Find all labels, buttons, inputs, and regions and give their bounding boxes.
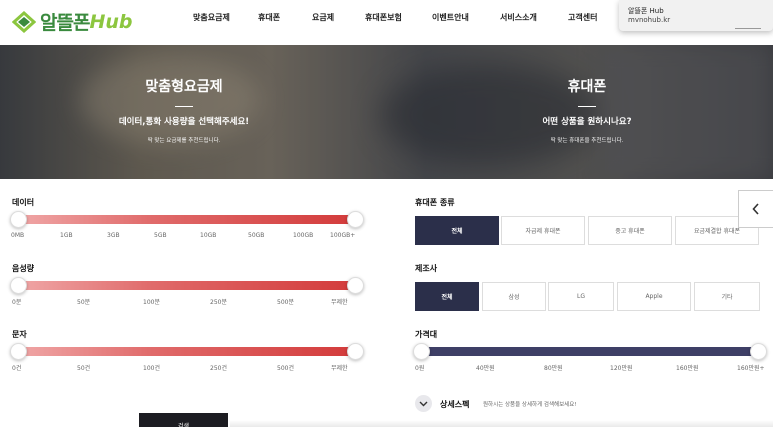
hero-plan-subtitle: 데이터,통화 사용량을 선택해주세요! xyxy=(118,117,250,127)
hero-plan-panel: 맞춤형요금제 데이터,통화 사용량을 선택해주세요! 딱 맞는 요금제를 추천드… xyxy=(84,76,284,144)
maker-option-apple[interactable]: Apple xyxy=(617,282,691,311)
phone-type-option-used[interactable]: 중고 휴대폰 xyxy=(588,216,672,245)
voice-tick: 0분 xyxy=(12,299,22,306)
voice-slider-max-handle[interactable] xyxy=(347,277,364,294)
phone-type-option-unlocked[interactable]: 자급제 휴대폰 xyxy=(501,216,585,245)
price-range-slider[interactable] xyxy=(418,347,762,356)
voice-tick: 무제한 xyxy=(331,299,348,306)
site-header: 알뜰폰 Hub 맞춤요금제 휴대폰 요금제 휴대폰보험 이벤트안내 서비스소개 … xyxy=(0,0,773,45)
sms-slider-max-handle[interactable] xyxy=(347,343,364,360)
data-tick: 100GB+ xyxy=(330,232,356,239)
price-tick: 160만원+ xyxy=(737,365,765,372)
sms-range-slider[interactable] xyxy=(15,347,359,356)
price-tick: 0원 xyxy=(415,365,425,372)
search-button[interactable]: 검색 xyxy=(139,413,228,427)
data-slider-max-handle[interactable] xyxy=(347,211,364,228)
maker-option-lg[interactable]: LG xyxy=(548,282,614,311)
price-tick: 40만원 xyxy=(476,365,495,372)
sms-tick: 0건 xyxy=(12,365,22,372)
nav-item-phone[interactable]: 휴대폰 xyxy=(258,12,280,23)
sms-tick: 무제한 xyxy=(331,365,348,372)
logo-text: 알뜰폰 xyxy=(40,12,90,34)
voice-tick: 500분 xyxy=(277,299,294,306)
nav-item-plan[interactable]: 요금제 xyxy=(312,12,334,23)
voice-filter-label: 음성량 xyxy=(12,264,35,273)
hero-phone-note: 딱 맞는 휴대폰을 추천드립니다. xyxy=(550,138,624,144)
voice-tick: 100분 xyxy=(143,299,160,306)
logo-mark-icon xyxy=(11,10,37,33)
chevron-down-icon[interactable] xyxy=(415,395,432,412)
hero-phone-title: 휴대폰 xyxy=(567,79,607,95)
popup-divider xyxy=(735,28,761,29)
price-label: 가격대 xyxy=(415,330,438,339)
data-filter-label: 데이터 xyxy=(12,198,35,207)
sms-tick: 250건 xyxy=(210,365,227,372)
data-tick: 10GB xyxy=(200,232,217,239)
voice-tick: 250분 xyxy=(210,299,227,306)
sms-tick: 50건 xyxy=(77,365,91,372)
maker-option-other[interactable]: 기타 xyxy=(694,282,760,311)
detail-spec-note: 원하시는 상품을 상세하게 검색해보세요! xyxy=(483,402,577,408)
chevron-left-icon[interactable] xyxy=(738,190,773,228)
price-tick: 120만원 xyxy=(610,365,633,372)
hero-phone-panel: 휴대폰 어떤 상품을 원하시나요? 딱 맞는 휴대폰을 추천드립니다. xyxy=(487,76,687,144)
sms-tick: 500건 xyxy=(277,365,294,372)
hero-phone-subtitle: 어떤 상품을 원하시나요? xyxy=(542,117,632,127)
price-tick: 80만원 xyxy=(544,365,563,372)
data-tick: 50GB xyxy=(248,232,265,239)
site-info-popup[interactable]: 알뜰폰 Hub mvnohub.kr xyxy=(619,0,773,31)
hero-plan-note: 딱 맞는 요금제를 추천드립니다. xyxy=(147,138,221,144)
nav-item-events[interactable]: 이벤트안내 xyxy=(432,12,469,23)
nav-item-about[interactable]: 서비스소개 xyxy=(500,12,537,23)
nav-item-support[interactable]: 고객센터 xyxy=(568,12,597,23)
phone-type-option-all[interactable]: 전체 xyxy=(415,216,499,245)
sms-slider-min-handle[interactable] xyxy=(10,343,27,360)
hero-banner: 맞춤형요금제 데이터,통화 사용량을 선택해주세요! 딱 맞는 요금제를 추천드… xyxy=(0,45,773,179)
logo-hub-text: Hub xyxy=(89,10,133,33)
voice-range-slider[interactable] xyxy=(15,281,359,290)
data-tick: 5GB xyxy=(154,232,167,239)
price-slider-min-handle[interactable] xyxy=(413,343,430,360)
hero-divider xyxy=(175,106,193,107)
sms-filter-label: 문자 xyxy=(12,330,27,339)
price-slider-max-handle[interactable] xyxy=(750,343,767,360)
popup-title: 알뜰폰 Hub xyxy=(628,7,664,15)
detail-spec-toggle[interactable]: 상세스펙 xyxy=(440,399,469,410)
voice-slider-min-handle[interactable] xyxy=(10,277,27,294)
phone-type-label: 휴대폰 종류 xyxy=(415,198,455,207)
hero-divider xyxy=(578,106,596,107)
data-tick: 0MB xyxy=(11,232,25,239)
data-range-slider[interactable] xyxy=(15,215,359,224)
data-tick: 3GB xyxy=(107,232,120,239)
voice-tick: 50분 xyxy=(77,299,91,306)
sms-tick: 100건 xyxy=(143,365,160,372)
data-tick: 100GB xyxy=(293,232,314,239)
price-tick: 160만원 xyxy=(676,365,699,372)
maker-label: 제조사 xyxy=(415,264,438,273)
page-bottom-shadow xyxy=(230,420,773,427)
data-tick: 1GB xyxy=(60,232,73,239)
popup-url: mvnohub.kr xyxy=(628,16,671,24)
site-logo[interactable]: 알뜰폰 Hub xyxy=(11,8,133,35)
hero-plan-title: 맞춤형요금제 xyxy=(145,79,223,95)
data-slider-min-handle[interactable] xyxy=(10,211,27,228)
maker-option-samsung[interactable]: 삼성 xyxy=(482,282,546,311)
maker-option-all[interactable]: 전체 xyxy=(415,282,479,311)
nav-item-insurance[interactable]: 휴대폰보험 xyxy=(365,12,402,23)
nav-item-custom-plan[interactable]: 맞춤요금제 xyxy=(193,12,230,23)
